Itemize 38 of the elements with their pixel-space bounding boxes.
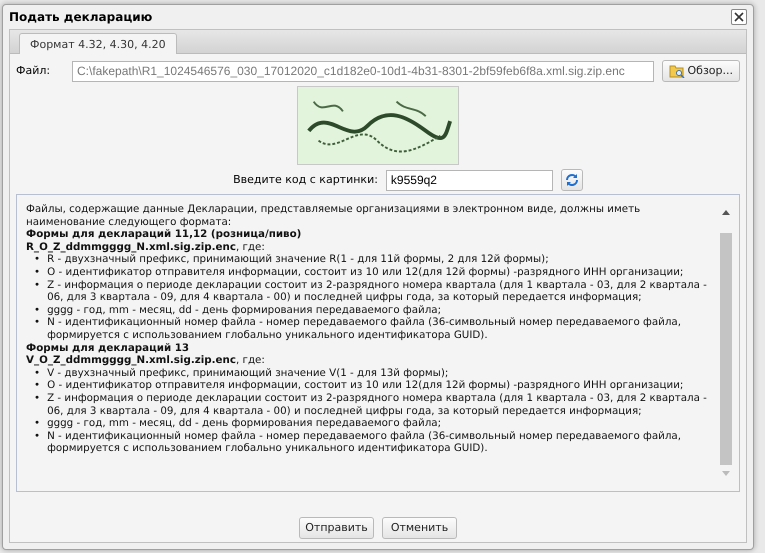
bullet: • [34,253,40,266]
list-item: gggg - год, mm - месяц, dd - день формирования передаваемого файла; [47,304,442,316]
section-heading: Формы для деклараций 13 [26,342,190,354]
list-item: Z - информация о периоде декларации состоит из 2-разрядного номера квартала (для 1 квартала - 03, для 2 квартала - 06, для 3 квартала - 09, для 4 квартала - 00) и последней цифры года, за который передается информация; [47,392,708,418]
dialog-button[interactable]: Отправить [299,517,374,539]
list-item: O - идентификатор отправителя информации, состоит из 10 или 12(для 12й формы) -разрядного ИНН организации; [47,266,684,279]
filename-pattern: R_O_Z_ddmmgggg_N.xml.sig.zip.enc, где: [26,240,266,254]
filename-pattern: V_O_Z_ddmmgggg_N.xml.sig.zip.enc, где: [26,354,266,367]
file-path-field[interactable]: C:\fakepath\R1_1024546576_030_17012020_c1d182e0-10d1-4b31-8301-2bf59feb6f8a.xml.sig.zip.enc [72,60,654,82]
list-item: R - двухзначный префикс, принимающий значение R(1 - для 11й формы, 2 для 12й формы); [47,253,549,266]
bullet: • [34,266,40,279]
dialog-button[interactable]: Отменить [382,517,457,539]
refresh-icon [564,173,579,187]
bullet: • [34,366,40,380]
folder-search-icon [668,64,684,78]
bullet: • [34,430,40,444]
list-item: gggg - год, mm - месяц, dd - день формирования передаваемого файла; [47,417,442,430]
list-item: O - идентификатор отправителя информации, состоит из 10 или 12(для 12й формы) -разрядного ИНН организации; [47,379,684,392]
bullet: • [34,379,40,392]
bullet: • [34,316,40,330]
window-title: Подать декларацию [9,9,152,26]
refresh-button[interactable] [560,169,583,191]
section-heading: Формы для деклараций 11,12 (розница/пиво) [26,228,302,241]
list-item: V - двухзначный префикс, принимающий значение V(1 - для 13й формы); [47,366,448,380]
close-icon[interactable] [731,9,747,25]
list-item: N - идентификационный номер файла - номер передаваемого файла (36-символьный номер передаваемого файла, формируется с использованием глобально уникального идентификатора GUID). [47,430,682,455]
description-text: Файлы, содержащие данные Декларации, представляемые организациями в электронном виде, должны иметь наименование следующего формата: [26,203,642,228]
tab[interactable]: Формат 4.32, 4.30, 4.20 [19,33,177,54]
list-item: Z - информация о периоде декларации состоит из 2-разрядного номера квартала (для 1 квартала - 03, для 2 квартала - 06, для 3 квартала - 09, для 4 квартала - 00) и последней цифры года, за который передается информация; [47,278,708,304]
bullet: • [34,304,40,316]
bullet: • [34,278,40,293]
captcha-label: Введите код с картинки: [233,172,378,188]
browse-button[interactable]: Обзор... [662,60,740,82]
captcha-input[interactable]: k9559q2 [386,170,553,190]
file-label: Файл: [16,62,52,79]
list-item: N - идентификационный номер файла - номер передаваемого файла (36-символьный номер передаваемого файла, формируется с использованием глобально уникального идентификатора GUID). [47,316,682,342]
bullet: • [34,417,40,430]
bullet: • [34,392,40,406]
